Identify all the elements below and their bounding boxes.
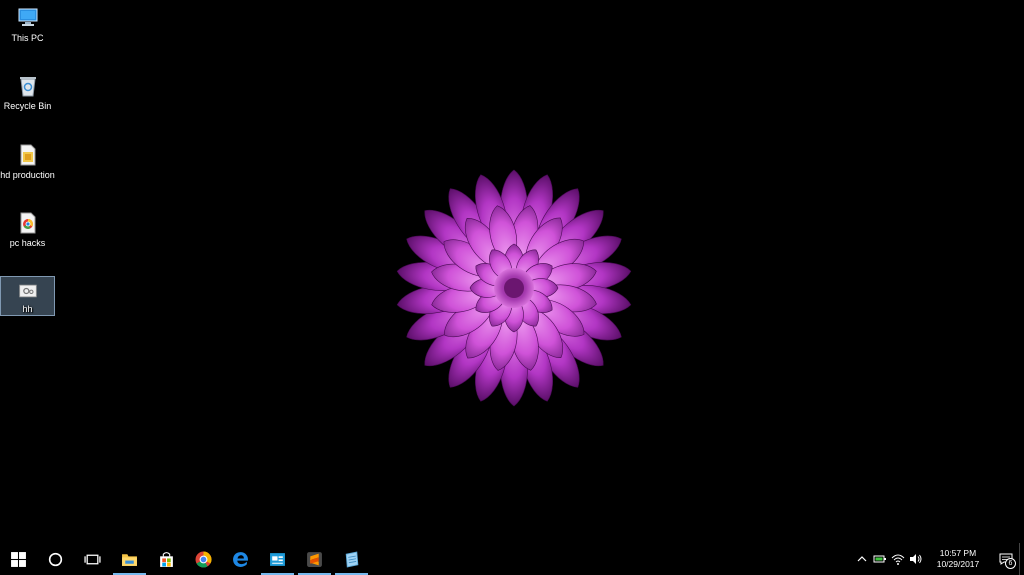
desktop-icon-hd-production[interactable]: hd production [0, 139, 55, 195]
taskbar-app-1[interactable] [259, 543, 296, 575]
action-center-button[interactable]: 6 [993, 543, 1019, 575]
task-view-button[interactable] [74, 543, 111, 575]
cortana-circle-icon [48, 552, 63, 566]
chevron-up-icon [857, 556, 867, 562]
battery-button[interactable] [872, 543, 888, 575]
desktop-icon-label: hd production [0, 170, 55, 180]
taskbar-app-2[interactable] [333, 543, 370, 575]
wallpaper-flower [396, 169, 632, 407]
clock-date: 10/29/2017 [936, 559, 980, 569]
computer-icon [18, 8, 37, 26]
edge-icon [233, 551, 248, 567]
recycle-bin-icon [19, 77, 36, 97]
file-icon [20, 144, 35, 166]
notification-count-badge: 6 [1005, 558, 1016, 569]
flower-core [504, 278, 524, 298]
desktop-icon-hh[interactable]: hh [0, 276, 55, 316]
settings-file-icon [18, 284, 37, 298]
task-view-icon [84, 554, 101, 564]
desktop-icon-this-pc[interactable]: This PC [0, 2, 55, 46]
app-window-icon [270, 552, 285, 566]
windows-logo-icon [11, 551, 26, 567]
wifi-icon [891, 554, 905, 565]
taskbar-store[interactable] [148, 543, 185, 575]
taskbar-edge[interactable] [222, 543, 259, 575]
battery-icon [873, 555, 886, 563]
cortana-button[interactable] [37, 543, 74, 575]
taskbar-file-explorer[interactable] [111, 543, 148, 575]
chrome-shortcut-icon [20, 212, 35, 234]
network-button[interactable] [890, 543, 906, 575]
clock[interactable]: 10:57 PM 10/29/2017 [929, 548, 987, 570]
chrome-icon [195, 551, 212, 568]
desktop-icon-label: Recycle Bin [3, 101, 52, 111]
show-hidden-icons-button[interactable] [854, 543, 870, 575]
start-button[interactable] [0, 543, 37, 575]
desktop-icon-pc-hacks[interactable]: pc hacks [0, 207, 55, 251]
system-tray: 10:57 PM 10/29/2017 6 [853, 543, 1024, 575]
desktop-icon-label: pc hacks [9, 238, 46, 248]
taskbar-chrome[interactable] [185, 543, 222, 575]
clock-time: 10:57 PM [939, 548, 977, 558]
store-bag-icon [160, 551, 173, 567]
folder-icon [122, 553, 137, 566]
sublime-text-icon [307, 551, 322, 567]
desktop-icon-label: hh [22, 304, 33, 314]
desktop-icon-label: This PC [11, 33, 44, 43]
show-desktop-button[interactable] [1019, 543, 1024, 575]
volume-button[interactable] [908, 543, 924, 575]
notepad-icon [345, 551, 359, 567]
volume-icon [910, 554, 922, 564]
taskbar-sublime-text[interactable] [296, 543, 333, 575]
taskbar: 10:57 PM 10/29/2017 6 [0, 543, 1024, 575]
desktop-icon-recycle-bin[interactable]: Recycle Bin [0, 70, 55, 114]
